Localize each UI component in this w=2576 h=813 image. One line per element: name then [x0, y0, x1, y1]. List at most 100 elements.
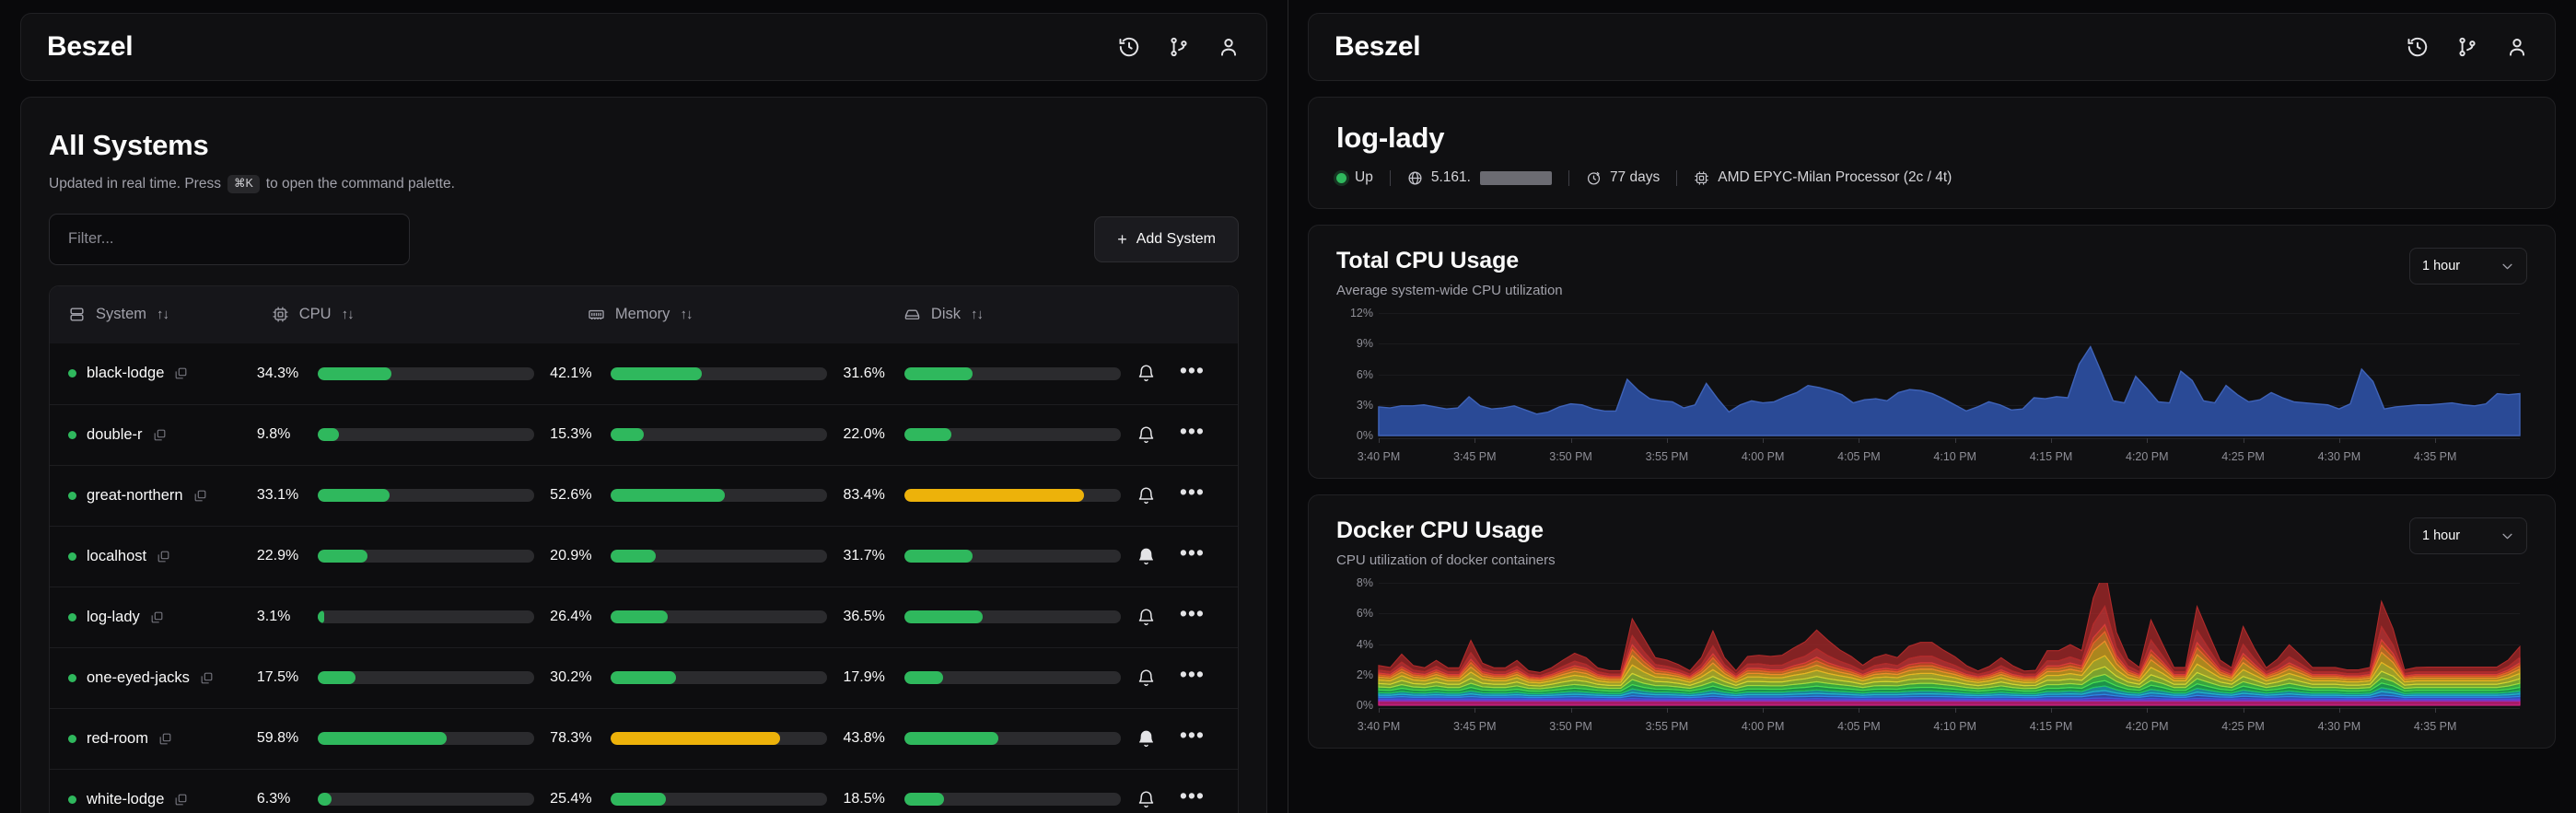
ellipsis-icon[interactable]: ••• [1180, 670, 1205, 685]
metric-bar [904, 428, 1121, 441]
user-icon[interactable] [1217, 35, 1241, 59]
history-icon[interactable] [2406, 35, 2430, 59]
system-link[interactable]: one-eyed-jacks [87, 669, 190, 687]
metric-bar [611, 428, 827, 441]
ellipsis-icon[interactable]: ••• [1180, 549, 1205, 563]
copy-icon[interactable] [193, 489, 207, 503]
system-link[interactable]: white-lodge [87, 791, 164, 808]
chart-title: Docker CPU Usage [1336, 517, 1556, 544]
memory-icon [588, 306, 605, 323]
metric-cell: 9.8% [257, 426, 550, 443]
system-name: log-lady [1336, 122, 2527, 155]
all-systems-card: All Systems Updated in real time. Press … [20, 97, 1267, 813]
copy-icon[interactable] [174, 793, 188, 807]
processor-label: AMD EPYC-Milan Processor (2c / 4t) [1718, 169, 1952, 186]
time-range-select-cpu[interactable]: 1 hour [2409, 248, 2527, 285]
metric-bar [611, 489, 827, 502]
brand-logo-right[interactable]: Beszel [1335, 31, 1420, 63]
meta-divider [1568, 170, 1569, 186]
system-link[interactable]: double-r [87, 426, 143, 444]
table-row[interactable]: localhost 22.9% 20.9% 31.7% ••• [50, 526, 1238, 587]
bell-icon[interactable] [1136, 608, 1156, 627]
metric-bar [318, 610, 534, 623]
table-row[interactable]: one-eyed-jacks 17.5% 30.2% 17.9% ••• [50, 647, 1238, 708]
ellipsis-icon[interactable]: ••• [1180, 731, 1205, 746]
metric-cell: 25.4% [550, 791, 843, 807]
table-row[interactable]: great-northern 33.1% 52.6% 83.4% ••• [50, 465, 1238, 526]
metric-bar [318, 489, 534, 502]
sort-icon: ↑↓ [680, 307, 692, 322]
github-icon[interactable] [2455, 35, 2479, 59]
ellipsis-icon[interactable]: ••• [1180, 366, 1205, 381]
copy-icon[interactable] [200, 671, 214, 685]
column-header-system[interactable]: System ↑↓ [68, 306, 272, 323]
copy-icon[interactable] [153, 428, 167, 442]
row-actions-cell: ••• [1136, 425, 1219, 445]
column-label: Memory [615, 306, 670, 323]
ellipsis-icon[interactable]: ••• [1180, 427, 1205, 442]
system-link[interactable]: red-room [87, 730, 148, 748]
copy-icon[interactable] [174, 366, 188, 380]
metric-bar [611, 732, 827, 745]
page-title: All Systems [49, 129, 1239, 162]
history-icon[interactable] [1117, 35, 1141, 59]
bell-icon[interactable] [1136, 364, 1156, 383]
copy-icon[interactable] [158, 732, 172, 746]
system-meta: Up 5.161. [1336, 169, 2527, 186]
metric-cell: 3.1% [257, 609, 550, 625]
metric-value: 17.5% [257, 669, 318, 686]
metric-bar [904, 671, 1121, 684]
bell-icon[interactable] [1136, 425, 1156, 445]
metric-cell: 33.1% [257, 487, 550, 504]
table-header-row: System ↑↓ CPU ↑↓ [50, 286, 1238, 343]
table-row[interactable]: white-lodge 6.3% 25.4% 18.5% ••• [50, 769, 1238, 813]
clock-arrow-icon [1586, 170, 1602, 186]
status-dot [1336, 173, 1346, 183]
copy-icon[interactable] [157, 550, 170, 563]
system-cell: black-lodge [68, 365, 257, 382]
column-label: CPU [299, 306, 332, 323]
docker-cpu-usage-card: Docker CPU Usage CPU utilization of dock… [1308, 494, 2556, 749]
add-system-label: Add System [1136, 231, 1216, 248]
system-cell: localhost [68, 548, 257, 565]
table-row[interactable]: log-lady 3.1% 26.4% 36.5% ••• [50, 587, 1238, 647]
metric-bar [611, 671, 827, 684]
table-row[interactable]: black-lodge 34.3% 42.1% 31.6% ••• [50, 343, 1238, 404]
metric-cell: 26.4% [550, 609, 843, 625]
row-actions-cell: ••• [1136, 668, 1219, 688]
bell-icon[interactable] [1136, 790, 1156, 809]
table-row[interactable]: double-r 9.8% 15.3% 22.0% ••• [50, 404, 1238, 465]
bell-icon[interactable] [1136, 729, 1156, 749]
system-link[interactable]: log-lady [87, 609, 140, 626]
github-icon[interactable] [1167, 35, 1191, 59]
system-link[interactable]: localhost [87, 548, 146, 565]
metric-value: 59.8% [257, 730, 318, 747]
column-header-disk[interactable]: Disk ↑↓ [903, 306, 1219, 323]
system-link[interactable]: great-northern [87, 487, 183, 505]
time-range-select-docker[interactable]: 1 hour [2409, 517, 2527, 554]
column-header-cpu[interactable]: CPU ↑↓ [272, 306, 588, 323]
status-dot [68, 613, 76, 621]
metric-cell: 34.3% [257, 366, 550, 382]
ellipsis-icon[interactable]: ••• [1180, 610, 1205, 624]
metric-cell: 18.5% [844, 791, 1136, 807]
filter-input[interactable] [49, 214, 410, 265]
ellipsis-icon[interactable]: ••• [1180, 792, 1205, 807]
add-system-button[interactable]: + Add System [1094, 216, 1239, 262]
user-icon[interactable] [2505, 35, 2529, 59]
table-row[interactable]: red-room 59.8% 78.3% 43.8% ••• [50, 708, 1238, 769]
bell-icon[interactable] [1136, 547, 1156, 566]
meta-divider [1676, 170, 1677, 186]
metric-bar [318, 671, 534, 684]
column-header-memory[interactable]: Memory ↑↓ [588, 306, 903, 323]
bell-icon[interactable] [1136, 486, 1156, 505]
brand-logo[interactable]: Beszel [47, 31, 133, 63]
metric-bar [611, 550, 827, 563]
ellipsis-icon[interactable]: ••• [1180, 488, 1205, 503]
sort-icon: ↑↓ [342, 307, 354, 322]
system-link[interactable]: black-lodge [87, 365, 164, 382]
uptime-label: 77 days [1610, 169, 1660, 186]
bell-icon[interactable] [1136, 668, 1156, 688]
copy-icon[interactable] [150, 610, 164, 624]
metric-bar [318, 428, 534, 441]
